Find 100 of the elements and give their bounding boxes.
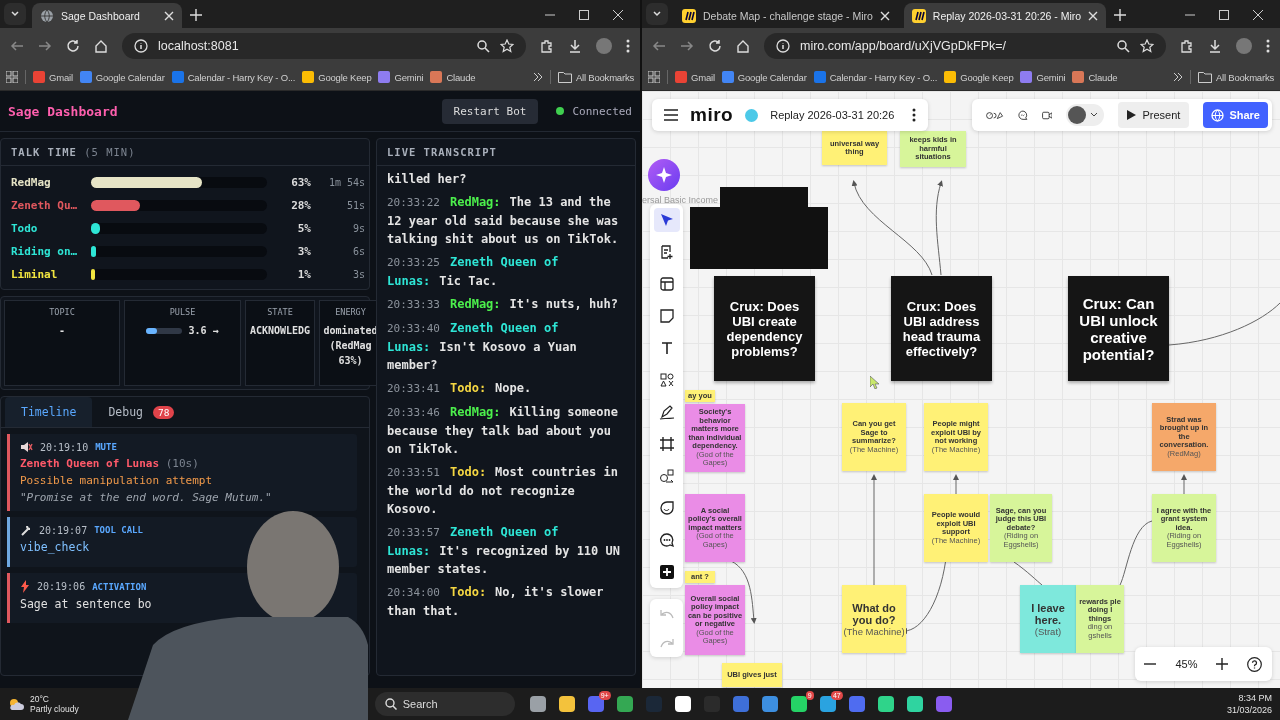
bookmark[interactable]: Gemini (378, 71, 424, 83)
user-avatar[interactable] (1068, 106, 1087, 124)
zoom-icon[interactable] (476, 39, 490, 53)
all-bookmarks-folder[interactable]: All Bookmarks (557, 71, 634, 83)
bookmark[interactable]: Gmail (33, 71, 73, 83)
close-icon[interactable] (1088, 10, 1099, 21)
lightning-icon (20, 580, 30, 593)
select-tool-icon[interactable] (653, 208, 680, 232)
caret-icon[interactable] (1090, 112, 1099, 118)
address-bar[interactable]: miro.com/app/board/uXjVGpDkFPk=/ (764, 33, 1166, 59)
close-icon[interactable] (1253, 10, 1263, 20)
browser-tab[interactable]: Debate Map - challenge stage - Miro (674, 3, 898, 28)
clock-date: 31/03/2026 (1226, 704, 1272, 716)
close-icon[interactable] (613, 10, 623, 20)
bookmark[interactable]: Calendar - Harry Key - O... (171, 71, 296, 83)
more-options-icon[interactable] (912, 108, 916, 122)
crux-card[interactable]: Crux: Can UBI unlock creative potential? (1068, 276, 1169, 381)
forward-icon[interactable] (38, 39, 52, 53)
more-bookmarks-icon[interactable] (532, 72, 543, 82)
bookmark[interactable]: Google Calendar (79, 71, 165, 83)
sticky-note[interactable]: What do you do? (The Machine) (842, 585, 906, 653)
ai-assistant-button[interactable] (648, 159, 680, 191)
bookmark[interactable]: Gmail (675, 71, 715, 83)
stat-label: PULSE (169, 307, 196, 317)
sticky-note[interactable]: I leave here. (Strat) (1020, 585, 1076, 653)
close-icon[interactable] (879, 10, 890, 21)
bookmark-favicon-icon (721, 71, 734, 83)
zoom-icon[interactable] (1116, 39, 1130, 53)
stat-label: STATE (267, 307, 293, 317)
globe-icon (1211, 108, 1225, 122)
apps-grid-icon[interactable] (648, 71, 660, 83)
download-icon[interactable] (1208, 39, 1222, 53)
search-icon (384, 698, 397, 710)
bookmark[interactable]: Claude (1072, 71, 1118, 83)
back-icon[interactable] (10, 39, 24, 53)
event-speaker: Zeneth Queen of Lunas (10s) (20, 457, 200, 470)
home-icon[interactable] (736, 39, 750, 53)
new-tab-icon[interactable] (1114, 9, 1127, 21)
share-button[interactable]: Share (1203, 102, 1268, 128)
all-bookmarks-folder[interactable]: All Bookmarks (1197, 71, 1274, 83)
new-tab-icon[interactable] (190, 9, 202, 21)
search-field[interactable]: Search (374, 692, 515, 716)
extensions-icon[interactable] (540, 39, 554, 53)
home-icon[interactable] (94, 39, 108, 53)
bookmark-star-icon[interactable] (500, 39, 514, 53)
bookmark[interactable]: Google Calendar (721, 71, 807, 83)
close-icon[interactable] (164, 10, 174, 21)
weather-icon (8, 697, 24, 711)
weather-condition: Partly cloudy (30, 704, 79, 714)
download-icon[interactable] (568, 39, 582, 53)
back-icon[interactable] (652, 39, 666, 53)
extensions-icon[interactable] (1180, 39, 1194, 53)
chevron-down-icon[interactable] (652, 9, 662, 19)
bookmark[interactable]: Google Keep (944, 71, 1014, 83)
crux-card[interactable]: Crux: Does UBI create dependency problems? (714, 276, 815, 381)
help-icon[interactable] (1247, 656, 1263, 672)
apps-grid-icon[interactable] (6, 71, 18, 83)
reload-icon[interactable] (66, 39, 80, 53)
menu-icon[interactable] (664, 109, 678, 121)
connector-line (1119, 520, 1153, 586)
chevron-down-icon[interactable] (10, 9, 20, 19)
crux-card[interactable]: Crux: Does UBI address head trauma effectively? (891, 276, 992, 381)
restart-button[interactable]: Restart Bot (441, 98, 539, 124)
frame-label: ersal Basic Income (642, 195, 719, 205)
bookmark[interactable]: Google Keep (302, 71, 372, 83)
bookmark[interactable]: Claude (430, 71, 476, 83)
browser-tab[interactable]: Sage Dashboard (32, 3, 182, 28)
bookmark-star-icon[interactable] (1140, 39, 1154, 53)
panel-tab[interactable]: Timeline (5, 397, 93, 427)
maximize-icon[interactable] (1219, 10, 1229, 20)
panel-title: LIVE TRANSCRIPT (387, 146, 497, 158)
zoom-in-icon[interactable] (1216, 658, 1229, 670)
reload-icon[interactable] (708, 39, 722, 53)
bookmark[interactable]: Calendar - Harry Key - O... (813, 71, 938, 83)
address-bar[interactable]: localhost:8081 (122, 33, 526, 59)
transcript-line: 20:33:40 Zeneth Queen of Lunas: Isn't Kosovo a Yuan member? (387, 320, 578, 374)
board-title[interactable]: Replay 2026-03-31 20:26 (770, 109, 900, 121)
more-bookmarks-icon[interactable] (1172, 72, 1183, 82)
percent-label: 28% (290, 199, 311, 212)
stat-value: dominated (RedMag 63%) (322, 324, 379, 368)
event-type: MUTE (95, 442, 117, 452)
browser-tab[interactable]: Replay 2026-03-31 20:26 - Miro (903, 3, 1107, 28)
percent-label: 5% (296, 222, 311, 235)
logo[interactable]: miro (690, 104, 734, 126)
whiteboard-canvas[interactable] (642, 91, 1280, 688)
maximize-icon[interactable] (579, 10, 589, 20)
menu-icon[interactable] (1266, 39, 1270, 53)
bookmark-favicon-icon (302, 71, 315, 83)
event-type: TOOL CALL (94, 525, 143, 535)
panel-tab[interactable]: Debug 78 (92, 397, 191, 427)
menu-icon[interactable] (626, 39, 630, 53)
forward-icon[interactable] (680, 39, 694, 53)
site-info-icon[interactable] (134, 39, 148, 53)
site-info-icon[interactable] (776, 39, 790, 53)
profile-avatar[interactable] (596, 38, 612, 54)
event-quote: "Promise at the end word. Sage Mutum." (20, 491, 273, 504)
profile-avatar[interactable] (1236, 38, 1252, 54)
present-button[interactable]: Present (1118, 102, 1190, 128)
user-menu[interactable] (1066, 104, 1105, 126)
bookmark[interactable]: Gemini (1020, 71, 1066, 83)
